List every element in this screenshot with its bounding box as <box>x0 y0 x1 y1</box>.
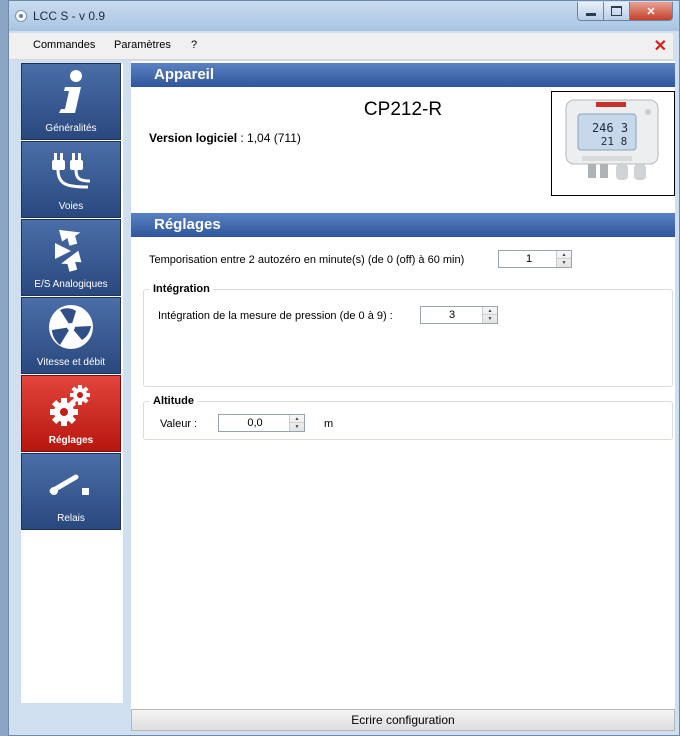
info-icon <box>22 68 120 118</box>
display-line-2: 21 8 <box>601 135 628 148</box>
main-panel: Appareil CP212-R Version logiciel : 1,04… <box>131 61 675 731</box>
altitude-value[interactable]: 0,0 <box>219 417 291 429</box>
nav-generalites[interactable]: Généralités <box>21 63 121 140</box>
integration-spin-arrows: ▲ ▼ <box>482 307 497 323</box>
section-header-reglages: Réglages <box>131 213 675 237</box>
close-icon: ✕ <box>646 5 656 18</box>
integration-group: Intégration Intégration de la mesure de … <box>143 283 673 387</box>
nav-reglages[interactable]: Réglages <box>21 375 121 452</box>
nav-label: Réglages <box>48 435 94 446</box>
nav-label: Généralités <box>45 123 97 134</box>
autozero-spin-arrows: ▲ ▼ <box>556 251 571 267</box>
device-image: 246 3 21 8 <box>551 91 675 196</box>
spin-down-icon[interactable]: ▼ <box>290 423 304 431</box>
autozero-spinbox[interactable]: 1 ▲ ▼ <box>498 250 572 268</box>
altitude-title: Altitude <box>150 395 197 407</box>
menu-commandes[interactable]: Commandes <box>33 39 95 51</box>
app-icon <box>15 10 27 22</box>
altitude-group: Altitude Valeur : 0,0 ▲ ▼ m <box>143 395 673 440</box>
autozero-value[interactable]: 1 <box>499 253 559 265</box>
menu-help[interactable]: ? <box>191 39 197 51</box>
nav-vitesse-debit[interactable]: Vitesse et débit <box>21 297 121 374</box>
exit-x-icon[interactable]: ✕ <box>654 36 667 56</box>
maximize-button[interactable] <box>604 2 630 21</box>
display-line-1: 246 3 <box>592 121 628 135</box>
nav-label: Vitesse et débit <box>36 357 106 368</box>
minimize-icon <box>585 12 596 16</box>
altitude-spinbox[interactable]: 0,0 ▲ ▼ <box>218 414 305 432</box>
spin-up-icon[interactable]: ▲ <box>483 307 497 315</box>
fan-icon <box>22 302 120 352</box>
spin-down-icon[interactable]: ▼ <box>557 259 571 267</box>
app-window: LCC S - v 0.9 ✕ Commandes Paramètres ? ✕… <box>8 0 680 736</box>
nav-label: E/S Analogiques <box>34 279 108 290</box>
nav-label: Relais <box>57 513 85 524</box>
io-arrows-icon <box>22 224 120 274</box>
sidebar: Généralités Voies E/S Analogiques Vitess… <box>21 63 123 703</box>
gears-icon <box>22 380 120 430</box>
minimize-button[interactable] <box>577 2 604 21</box>
device-picture: 246 3 21 8 <box>565 99 659 180</box>
version-row: Version logiciel : 1,04 (711) <box>149 131 301 145</box>
nav-voies[interactable]: Voies <box>21 141 121 218</box>
window-controls: ✕ <box>577 2 673 22</box>
relay-switch-icon <box>22 458 120 508</box>
integration-title: Intégration <box>150 283 213 295</box>
integration-value[interactable]: 3 <box>421 309 483 321</box>
close-button[interactable]: ✕ <box>630 2 673 21</box>
nav-es-analogiques[interactable]: E/S Analogiques <box>21 219 121 296</box>
plugs-icon <box>22 146 120 196</box>
nav-label: Voies <box>58 201 84 212</box>
nav-relais[interactable]: Relais <box>21 453 121 530</box>
autozero-label: Temporisation entre 2 autozéro en minute… <box>149 254 465 266</box>
spin-up-icon[interactable]: ▲ <box>557 251 571 259</box>
menu-parametres[interactable]: Paramètres <box>114 39 171 51</box>
section-header-appareil: Appareil <box>131 63 675 87</box>
altitude-unit: m <box>324 418 334 430</box>
version-label: Version logiciel <box>149 131 238 145</box>
maximize-icon <box>611 6 622 16</box>
title-bar[interactable]: LCC S - v 0.9 ✕ <box>9 1 679 31</box>
menu-bar: Commandes Paramètres ? ✕ <box>9 33 673 60</box>
integration-spinbox[interactable]: 3 ▲ ▼ <box>420 306 498 324</box>
altitude-spin-arrows: ▲ ▼ <box>289 415 304 431</box>
window-title: LCC S - v 0.9 <box>33 9 106 23</box>
spin-up-icon[interactable]: ▲ <box>290 415 304 423</box>
version-value: 1,04 (711) <box>247 131 301 145</box>
altitude-label: Valeur : <box>160 418 198 430</box>
write-config-button[interactable]: Ecrire configuration <box>131 709 675 731</box>
integration-label: Intégration de la mesure de pression (de… <box>158 310 393 322</box>
spin-down-icon[interactable]: ▼ <box>483 315 497 323</box>
